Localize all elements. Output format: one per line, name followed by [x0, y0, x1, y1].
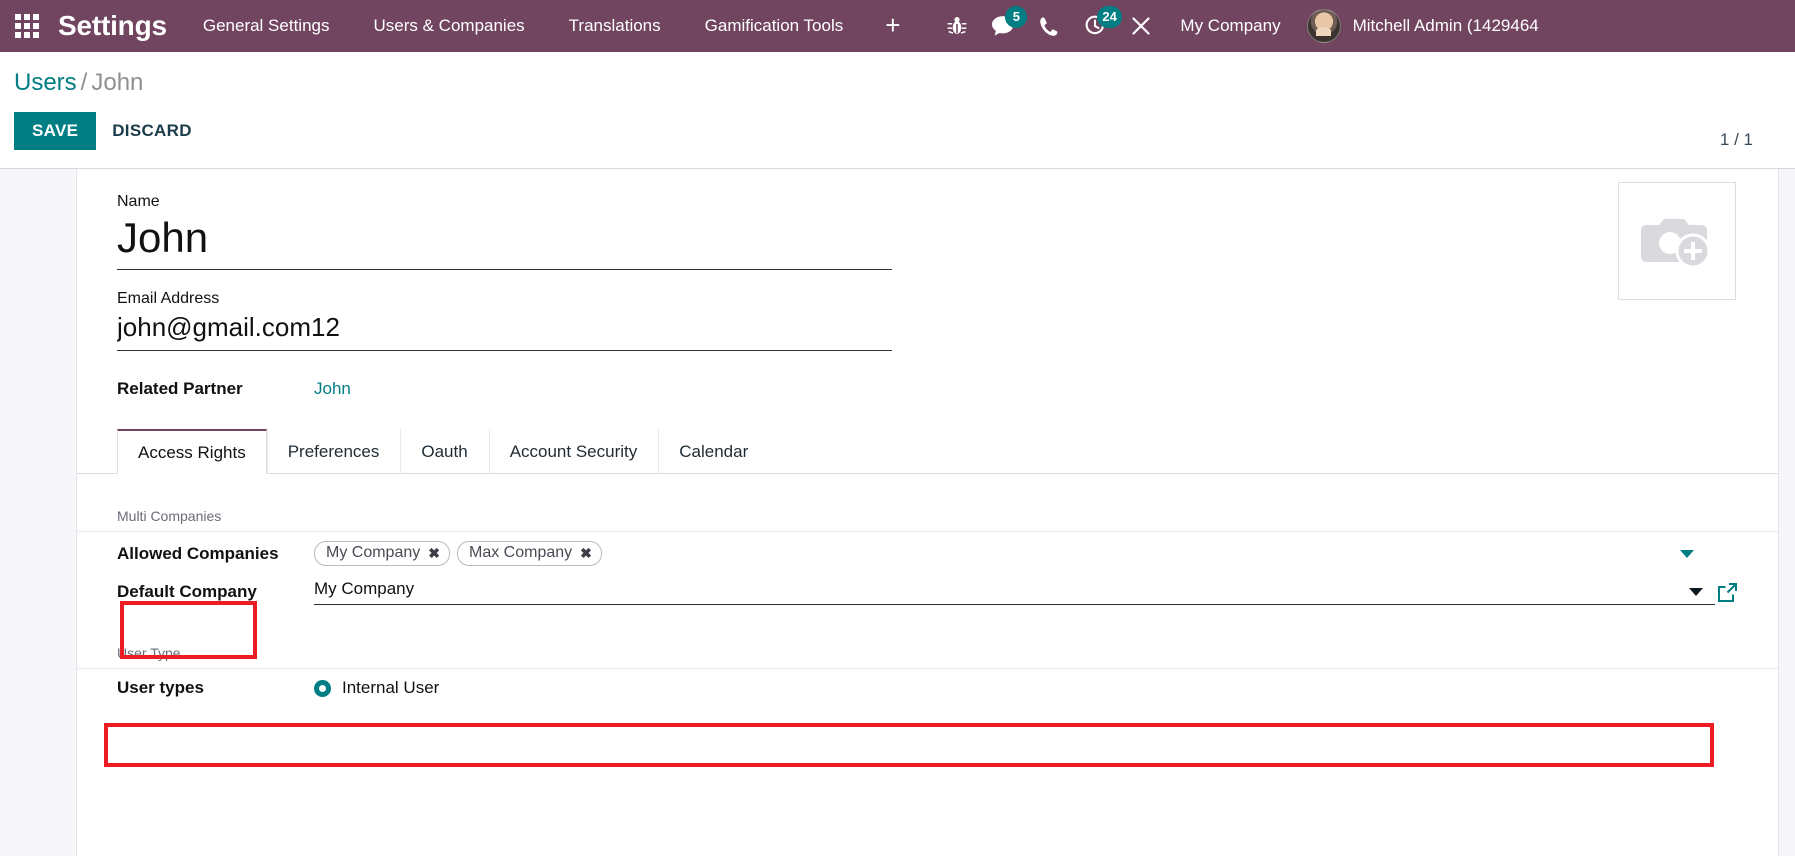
- chevron-down-icon[interactable]: [1680, 549, 1694, 558]
- user-types-row: User types Internal User: [77, 669, 1778, 702]
- camera-add-icon: [1641, 219, 1711, 269]
- tab-oauth[interactable]: Oauth: [400, 429, 488, 474]
- default-company-label: Default Company: [117, 582, 257, 601]
- apps-menu-toggle[interactable]: [0, 0, 54, 52]
- name-label: Name: [117, 193, 160, 210]
- menu-item-general-settings[interactable]: General Settings: [181, 0, 352, 52]
- systray: 5 24: [934, 0, 1164, 52]
- tag-max-company[interactable]: Max Company ✖: [456, 541, 602, 566]
- tab-access-rights[interactable]: Access Rights: [117, 429, 267, 474]
- app-brand-title[interactable]: Settings: [54, 10, 181, 42]
- user-menu[interactable]: Mitchell Admin (1429464: [1297, 9, 1539, 43]
- email-label: Email Address: [117, 290, 220, 307]
- allowed-companies-row: Allowed Companies My Company ✖ Max Compa…: [77, 532, 1778, 570]
- user-menu-label: Mitchell Admin (1429464: [1352, 16, 1539, 35]
- related-partner-label: Related Partner: [117, 379, 243, 398]
- tag-remove-icon[interactable]: ✖: [428, 545, 440, 562]
- tag-remove-icon[interactable]: ✖: [580, 545, 592, 562]
- tab-calendar[interactable]: Calendar: [658, 429, 769, 474]
- form-sheet: Name Email Address Related Partner John …: [76, 169, 1779, 856]
- name-input[interactable]: [117, 213, 892, 270]
- breadcrumb: Users / John: [14, 68, 1779, 98]
- breadcrumb-separator: /: [80, 69, 88, 96]
- avatar: [1306, 9, 1341, 43]
- default-company-field[interactable]: [314, 579, 1738, 605]
- menu-item-translations[interactable]: Translations: [547, 0, 683, 52]
- allowed-companies-label: Allowed Companies: [117, 543, 279, 563]
- add-menu-button[interactable]: +: [865, 0, 920, 52]
- tag-label: My Company: [326, 544, 421, 561]
- default-company-input[interactable]: [314, 579, 1715, 605]
- debug-bug-icon[interactable]: [934, 0, 980, 52]
- external-link-icon[interactable]: [1717, 582, 1738, 603]
- phone-icon[interactable]: [1026, 0, 1072, 52]
- messages-badge: 5: [1005, 6, 1028, 28]
- related-partner-row: Related Partner John: [117, 379, 1738, 399]
- menu-item-gamification-tools[interactable]: Gamification Tools: [683, 0, 866, 52]
- control-panel-buttons: SAVE DISCARD: [14, 112, 1779, 150]
- tag-my-company[interactable]: My Company ✖: [314, 541, 450, 566]
- record-pager[interactable]: 1 / 1: [1720, 130, 1753, 150]
- related-partner-value[interactable]: John: [314, 379, 351, 399]
- tools-wrench-icon[interactable]: [1118, 0, 1164, 52]
- top-navbar: Settings General Settings Users & Compan…: [0, 0, 1795, 52]
- notebook-tabs: Access Rights Preferences Oauth Account …: [77, 429, 1778, 474]
- chevron-down-icon[interactable]: [1689, 588, 1703, 596]
- default-company-row: Default Company: [77, 570, 1778, 609]
- radio-selected-icon[interactable]: [314, 679, 331, 697]
- save-button[interactable]: SAVE: [14, 112, 97, 150]
- tag-label: Max Company: [468, 544, 573, 561]
- user-types-label: User types: [117, 678, 204, 697]
- apps-grid-icon: [15, 14, 39, 38]
- messages-icon[interactable]: 5: [980, 0, 1028, 52]
- group-title-multi-companies: Multi Companies: [77, 508, 1778, 532]
- radio-option-internal-user[interactable]: Internal User: [314, 678, 439, 698]
- breadcrumb-item-current: John: [91, 69, 144, 96]
- main-menu: General Settings Users & Companies Trans…: [181, 0, 921, 52]
- control-panel: Users / John SAVE DISCARD 1 / 1: [0, 52, 1795, 169]
- active-company-label[interactable]: My Company: [1164, 16, 1296, 36]
- tab-preferences[interactable]: Preferences: [266, 429, 401, 474]
- content-area: Name Email Address Related Partner John …: [0, 169, 1795, 856]
- user-types-field: Internal User: [314, 678, 1738, 698]
- name-field-group: Name: [117, 193, 1738, 270]
- notebook-page-access-rights: Multi Companies Allowed Companies My Com…: [77, 474, 1778, 702]
- discard-button[interactable]: DISCARD: [96, 112, 208, 150]
- notebook: Access Rights Preferences Oauth Account …: [77, 429, 1778, 702]
- menu-item-users-companies[interactable]: Users & Companies: [352, 0, 547, 52]
- avatar-upload-zone[interactable]: [1618, 182, 1736, 300]
- email-input[interactable]: [117, 310, 892, 351]
- radio-option-label: Internal User: [342, 678, 440, 697]
- activities-clock-icon[interactable]: 24: [1072, 0, 1122, 52]
- breadcrumb-item-users[interactable]: Users: [14, 69, 77, 96]
- group-title-user-type: User Type: [77, 645, 1778, 669]
- email-field-group: Email Address: [117, 290, 1738, 351]
- tab-account-security[interactable]: Account Security: [488, 429, 659, 474]
- allowed-companies-field[interactable]: My Company ✖ Max Company ✖: [314, 541, 1738, 566]
